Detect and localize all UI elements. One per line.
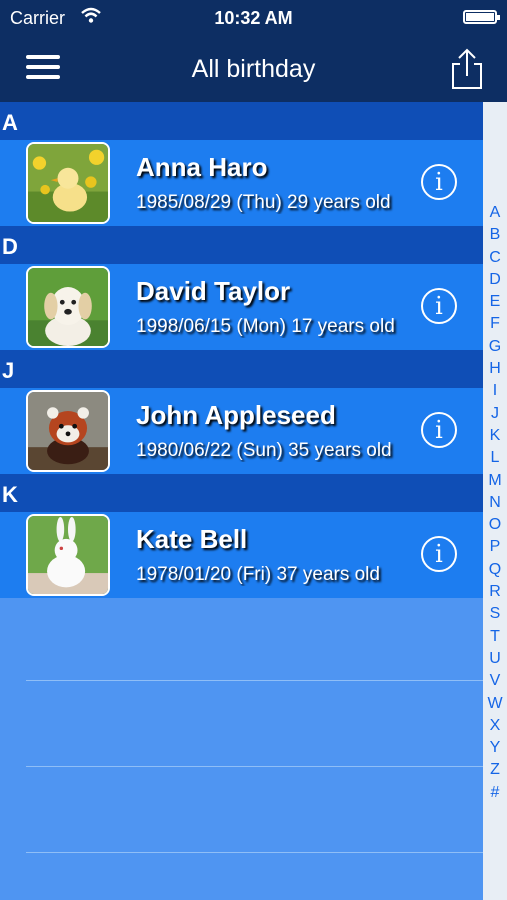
section-letter: K xyxy=(2,482,18,507)
section-letter: D xyxy=(2,234,18,259)
index-letter[interactable]: M xyxy=(483,470,507,492)
contact-birthday: 1998/06/15 (Mon) 17 years old xyxy=(136,316,395,337)
index-letter[interactable]: X xyxy=(483,715,507,737)
index-letter[interactable]: U xyxy=(483,648,507,670)
index-letter[interactable]: H xyxy=(483,358,507,380)
index-letter[interactable]: I xyxy=(483,380,507,402)
row-separator xyxy=(26,852,483,853)
info-icon[interactable]: i xyxy=(421,536,457,572)
index-letter[interactable]: T xyxy=(483,626,507,648)
contact-birthday: 1980/06/22 (Sun) 35 years old xyxy=(136,440,392,461)
section-header-a: A xyxy=(0,102,483,140)
page-title: All birthday xyxy=(191,55,316,83)
status-bar: Carrier 10:32 AM xyxy=(0,0,507,36)
clock: 10:32 AM xyxy=(214,8,293,28)
contact-name: David Taylor xyxy=(136,276,291,306)
battery-icon xyxy=(463,10,500,24)
section-header-d: D xyxy=(0,226,483,264)
row-separator xyxy=(26,680,483,681)
section-index-list: A B C D E F G H I J K L M N O P Q R S T U V W X Y Z # xyxy=(483,202,507,804)
index-letter[interactable]: Z xyxy=(483,759,507,781)
avatar-red-panda xyxy=(26,390,110,472)
index-letter[interactable]: P xyxy=(483,536,507,558)
index-letter[interactable]: V xyxy=(483,670,507,692)
index-letter[interactable]: S xyxy=(483,603,507,625)
contact-birthday: 1978/01/20 (Fri) 37 years old xyxy=(136,564,380,585)
index-letter[interactable]: D xyxy=(483,269,507,291)
section-letter: A xyxy=(2,110,18,135)
index-letter[interactable]: N xyxy=(483,492,507,514)
navigation-bar: All birthday xyxy=(0,36,507,102)
index-letter[interactable]: K xyxy=(483,425,507,447)
contact-birthday: 1985/08/29 (Thu) 29 years old xyxy=(136,192,391,213)
contact-row-kate-bell[interactable]: Kate Bell 1978/01/20 (Fri) 37 years old … xyxy=(0,512,483,598)
empty-list-area xyxy=(0,596,483,900)
index-letter[interactable]: E xyxy=(483,291,507,313)
contact-name: Anna Haro xyxy=(136,152,268,182)
row-separator xyxy=(26,766,483,767)
index-letter[interactable]: O xyxy=(483,514,507,536)
index-letter[interactable]: B xyxy=(483,224,507,246)
index-letter[interactable]: R xyxy=(483,581,507,603)
contact-name: John Appleseed xyxy=(136,400,336,430)
contact-name: Kate Bell xyxy=(136,524,248,554)
index-letter[interactable]: F xyxy=(483,313,507,335)
info-icon[interactable]: i xyxy=(421,412,457,448)
index-letter[interactable]: W xyxy=(483,693,507,715)
index-letter[interactable]: G xyxy=(483,336,507,358)
index-letter[interactable]: # xyxy=(483,782,507,804)
index-letter[interactable]: J xyxy=(483,403,507,425)
contact-row-anna-haro[interactable]: Anna Haro 1985/08/29 (Thu) 29 years old … xyxy=(0,140,483,226)
index-letter[interactable]: Y xyxy=(483,737,507,759)
info-icon[interactable]: i xyxy=(421,164,457,200)
avatar-puppy xyxy=(26,266,110,348)
avatar-duckling xyxy=(26,142,110,224)
section-letter: J xyxy=(2,358,15,383)
share-icon[interactable] xyxy=(445,46,489,90)
index-letter[interactable]: Q xyxy=(483,559,507,581)
contact-row-david-taylor[interactable]: David Taylor 1998/06/15 (Mon) 17 years o… xyxy=(0,264,483,350)
avatar-rabbit xyxy=(26,514,110,596)
section-index-bar[interactable]: A B C D E F G H I J K L M N O P Q R S T U V W X Y Z # xyxy=(483,102,507,900)
index-letter[interactable]: L xyxy=(483,447,507,469)
info-icon[interactable]: i xyxy=(421,288,457,324)
contact-row-john-appleseed[interactable]: John Appleseed 1980/06/22 (Sun) 35 years… xyxy=(0,388,483,474)
birthday-list: A Anna Haro 1985/08/29 (Thu) 29 years ol… xyxy=(0,102,483,598)
index-letter[interactable]: C xyxy=(483,247,507,269)
section-header-j: J xyxy=(0,350,483,388)
section-header-k: K xyxy=(0,474,483,512)
index-letter[interactable]: A xyxy=(483,202,507,224)
